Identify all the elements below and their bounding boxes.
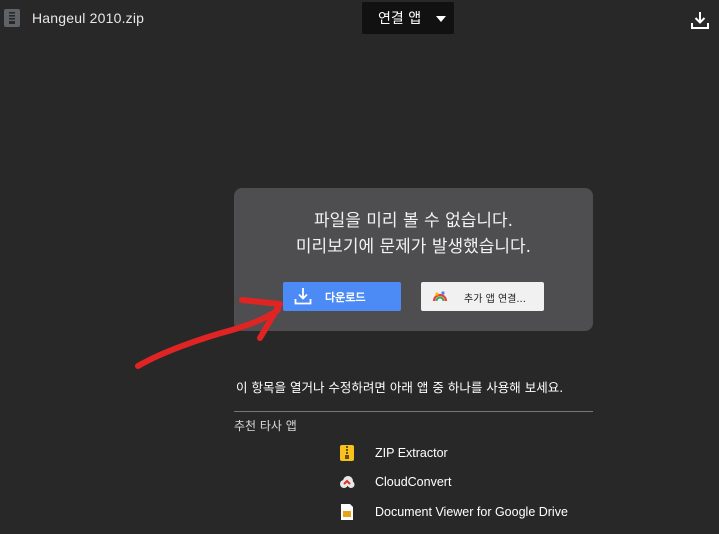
file-name: Hangeul 2010.zip: [32, 10, 145, 26]
download-button-label: 다운로드: [325, 291, 366, 304]
connect-apps-icon: [432, 291, 448, 302]
app-item-zip-extractor[interactable]: ZIP Extractor: [338, 444, 448, 462]
error-line-1: 파일을 미리 볼 수 없습니다.: [313, 211, 514, 231]
download-icon: [294, 288, 312, 305]
caret-down-icon: [436, 16, 446, 22]
error-line-2: 미리보기에 문제가 발생했습니다.: [295, 237, 532, 257]
download-button[interactable]: 다운로드: [283, 282, 401, 311]
app-item-cloudconvert[interactable]: CloudConvert: [338, 473, 451, 491]
document-viewer-icon: [341, 504, 353, 520]
annotation-arrow: [135, 297, 283, 369]
open-with-hint: 이 항목을 열거나 수정하려면 아래 앱 중 하나를 사용해 보세요.: [236, 380, 564, 395]
cloudconvert-icon: [340, 476, 355, 488]
connect-more-apps-label: 추가 앱 연결...: [464, 294, 526, 305]
app-name: ZIP Extractor: [375, 446, 448, 460]
divider: [234, 411, 593, 412]
app-item-document-viewer[interactable]: Document Viewer for Google Drive: [338, 503, 568, 521]
zip-extractor-icon: [340, 445, 354, 461]
preview-error-message: 파일을 미리 볼 수 없습니다. 미리보기에 문제가 발생했습니다.: [234, 208, 593, 260]
open-with-label: 연결 앱: [378, 11, 422, 27]
archive-file-icon: [4, 9, 20, 27]
download-icon[interactable]: [690, 10, 710, 30]
app-name: CloudConvert: [375, 475, 452, 489]
recommended-apps-title: 추천 타사 앱: [234, 419, 297, 433]
open-with-button[interactable]: 연결 앱: [362, 2, 454, 34]
connect-more-apps-button[interactable]: 추가 앱 연결...: [421, 282, 544, 311]
app-name: Document Viewer for Google Drive: [375, 505, 568, 519]
